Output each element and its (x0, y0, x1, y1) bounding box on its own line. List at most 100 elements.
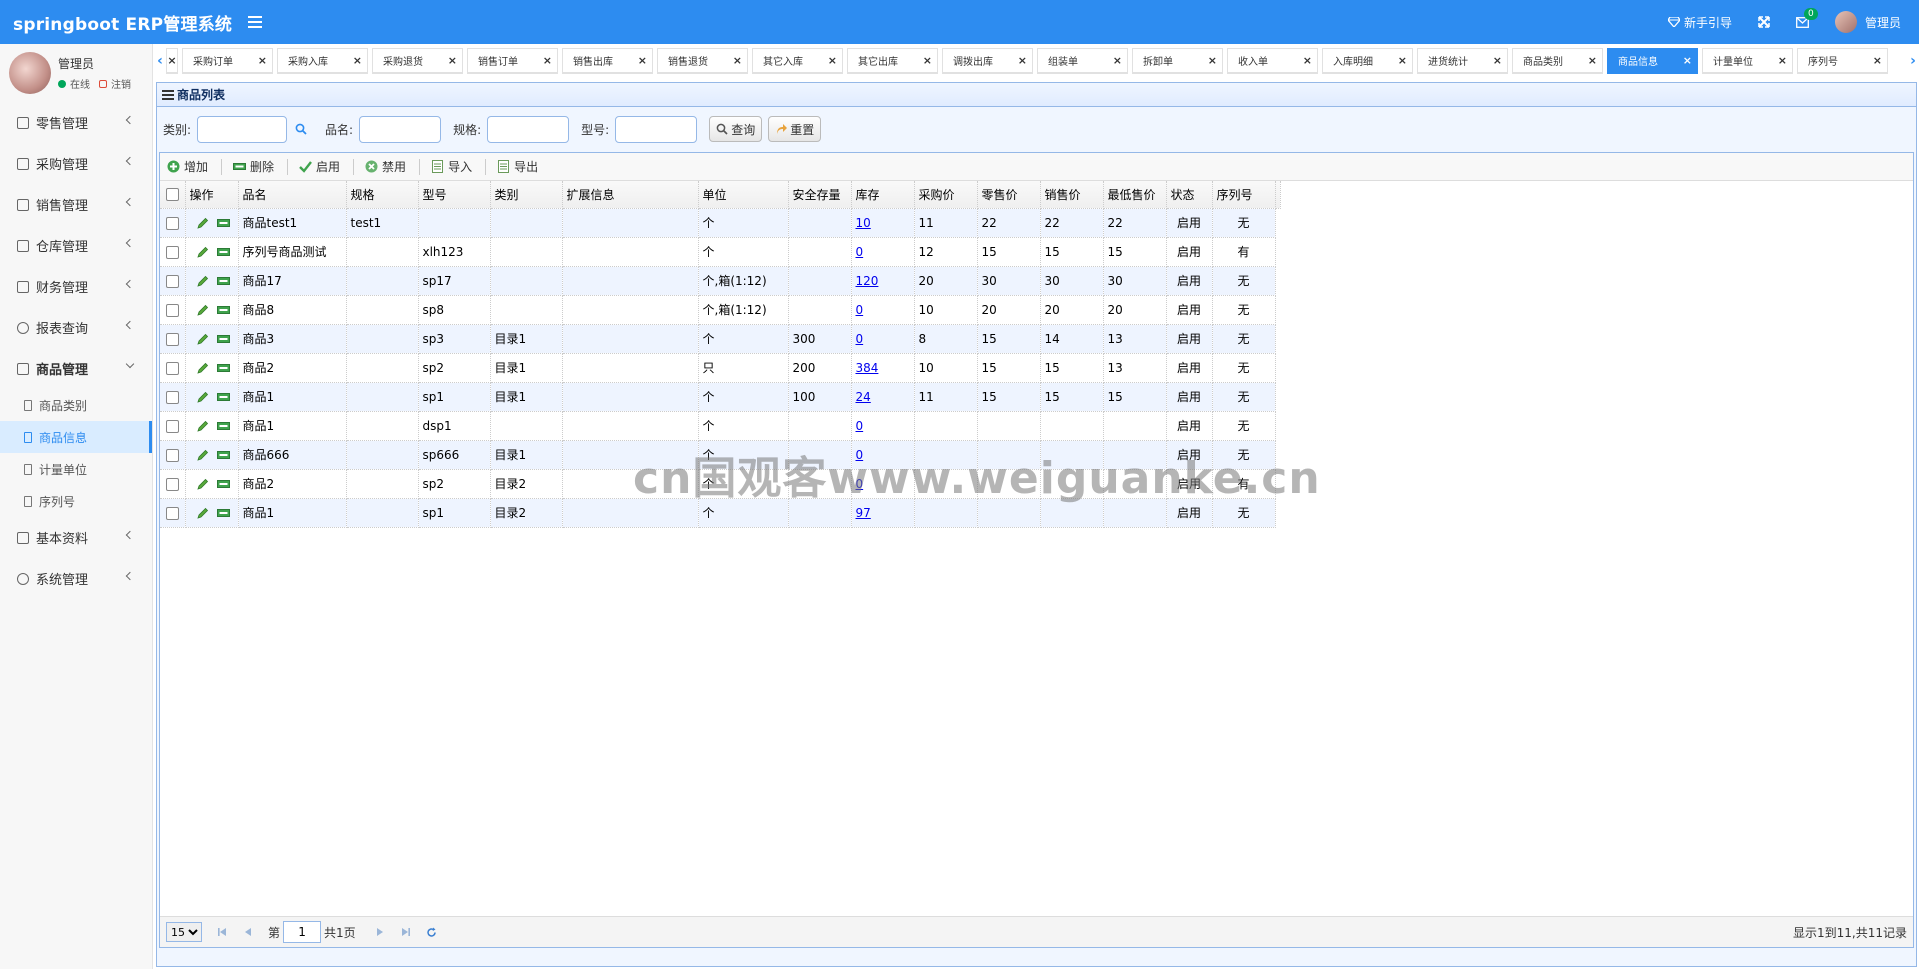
stock-link[interactable]: 0 (856, 419, 864, 433)
row-checkbox[interactable] (160, 469, 186, 499)
close-icon[interactable]: × (1493, 54, 1502, 67)
row-checkbox[interactable] (160, 353, 186, 383)
close-icon[interactable]: × (1683, 54, 1692, 67)
edit-pencil-icon[interactable] (197, 362, 209, 374)
sidebar-subitem-goods-info[interactable]: 商品信息 (0, 421, 152, 453)
cell-stock[interactable]: 10 (851, 208, 915, 238)
delete-button[interactable]: 删除 (230, 156, 277, 177)
sidebar-item-basic-data[interactable]: 基本资料 (0, 517, 152, 558)
page-size-select[interactable]: 15 (166, 922, 202, 942)
cell-stock[interactable]: 0 (851, 440, 915, 470)
column-header[interactable]: 销售价 (1040, 181, 1104, 209)
stock-link[interactable]: 0 (856, 303, 864, 317)
add-button[interactable]: 增加 (164, 156, 211, 177)
cell-stock[interactable]: 384 (851, 353, 915, 383)
category-input[interactable] (197, 115, 288, 143)
close-icon[interactable]: × (543, 54, 552, 67)
column-header[interactable]: 单位 (698, 181, 789, 209)
column-header[interactable]: 规格 (346, 181, 419, 209)
edit-pencil-icon[interactable] (197, 217, 209, 229)
close-icon[interactable]: × (923, 54, 932, 67)
stock-link[interactable]: 0 (856, 332, 864, 346)
delete-bar-icon[interactable] (217, 247, 230, 257)
tab-item[interactable]: 商品信息 × (1607, 48, 1698, 74)
cell-stock[interactable]: 120 (851, 266, 915, 296)
tab-item[interactable]: 其它入库 × (752, 48, 843, 74)
edit-pencil-icon[interactable] (197, 507, 209, 519)
stock-link[interactable]: 120 (856, 274, 879, 288)
tab-item[interactable]: 序列号 × (1797, 48, 1888, 74)
next-page-icon[interactable] (374, 926, 386, 938)
row-checkbox[interactable] (160, 498, 186, 528)
edit-pencil-icon[interactable] (197, 246, 209, 258)
sidebar-item-finance[interactable]: 财务管理 (0, 266, 152, 307)
sidebar-item-retail[interactable]: 零售管理 (0, 102, 152, 143)
messages-button[interactable]: 0 (1796, 7, 1818, 28)
close-icon[interactable]: × (1018, 54, 1027, 67)
close-icon[interactable]: × (258, 54, 267, 67)
delete-bar-icon[interactable] (217, 305, 230, 315)
delete-bar-icon[interactable] (217, 450, 230, 460)
tab-item[interactable]: 计量单位 × (1702, 48, 1793, 74)
column-header[interactable]: 安全存量 (788, 181, 852, 209)
tab-item[interactable]: 调拨出库 × (942, 48, 1033, 74)
close-icon[interactable]: × (733, 54, 742, 67)
user-menu[interactable]: 管理员 (1834, 11, 1901, 33)
table-row[interactable]: 商品2 sp2 目录2 个 0 启用有 (160, 469, 1280, 499)
column-header[interactable]: 型号 (418, 181, 491, 209)
stock-link[interactable]: 384 (856, 361, 879, 375)
row-checkbox[interactable] (160, 208, 186, 238)
reset-button[interactable]: 重置 (768, 116, 822, 142)
row-checkbox[interactable] (160, 295, 186, 325)
sidebar-subitem-serial[interactable]: 序列号 (0, 485, 152, 517)
cell-stock[interactable]: 0 (851, 411, 915, 441)
sidebar-item-goods[interactable]: 商品管理 (0, 348, 152, 389)
stock-link[interactable]: 10 (856, 216, 871, 230)
tab-item[interactable]: 采购入库 × (277, 48, 368, 74)
close-icon[interactable]: × (353, 54, 362, 67)
sidebar-subitem-unit[interactable]: 计量单位 (0, 453, 152, 485)
tab-item[interactable]: 销售出库 × (562, 48, 653, 74)
column-header[interactable]: 类别 (490, 181, 563, 209)
close-icon[interactable]: × (1778, 54, 1787, 67)
tab-item[interactable]: 采购订单 × (182, 48, 273, 74)
close-icon[interactable]: × (828, 54, 837, 67)
spec-input[interactable] (487, 115, 570, 143)
column-header[interactable]: 扩展信息 (562, 181, 699, 209)
select-all-checkbox[interactable] (160, 181, 186, 209)
delete-bar-icon[interactable] (217, 392, 230, 402)
cell-stock[interactable]: 0 (851, 295, 915, 325)
table-row[interactable]: 序列号商品测试 xlh123 个 0 12 15 15 15 启用有 (160, 237, 1280, 267)
table-row[interactable]: 商品1 sp1 目录1 个 100 24 11 15 15 15 启用无 (160, 382, 1280, 412)
menu-toggle-icon[interactable] (248, 16, 263, 28)
cell-stock[interactable]: 0 (851, 469, 915, 499)
tab-item[interactable]: 进货统计 × (1417, 48, 1508, 74)
close-icon[interactable]: × (638, 54, 647, 67)
enable-button[interactable]: 启用 (296, 156, 343, 177)
sidebar-item-purchase[interactable]: 采购管理 (0, 143, 152, 184)
delete-bar-icon[interactable] (217, 479, 230, 489)
row-checkbox[interactable] (160, 411, 186, 441)
tab-close-first[interactable]: × (166, 48, 178, 74)
sidebar-item-sales[interactable]: 销售管理 (0, 184, 152, 225)
close-icon[interactable]: × (448, 54, 457, 67)
disable-button[interactable]: 禁用 (362, 156, 409, 177)
tab-item[interactable]: 收入单 × (1227, 48, 1318, 74)
row-checkbox[interactable] (160, 382, 186, 412)
guide-button[interactable]: 新手引导 (1667, 14, 1732, 31)
tab-item[interactable]: 其它出库 × (847, 48, 938, 74)
tabs-scroll-left-icon[interactable]: ‹ (154, 46, 166, 76)
row-checkbox[interactable] (160, 440, 186, 470)
column-header[interactable]: 品名 (238, 181, 347, 209)
import-button[interactable]: 导入 (428, 156, 475, 177)
column-header[interactable]: 零售价 (977, 181, 1041, 209)
refresh-icon[interactable] (426, 926, 438, 938)
tab-item[interactable]: 拆卸单 × (1132, 48, 1223, 74)
row-checkbox[interactable] (160, 237, 186, 267)
model-input[interactable] (615, 115, 698, 143)
tab-item[interactable]: 商品类别 × (1512, 48, 1603, 74)
close-icon[interactable]: × (1303, 54, 1312, 67)
first-page-icon[interactable] (216, 926, 228, 938)
cell-stock[interactable]: 97 (851, 498, 915, 528)
close-icon[interactable]: × (1398, 54, 1407, 67)
